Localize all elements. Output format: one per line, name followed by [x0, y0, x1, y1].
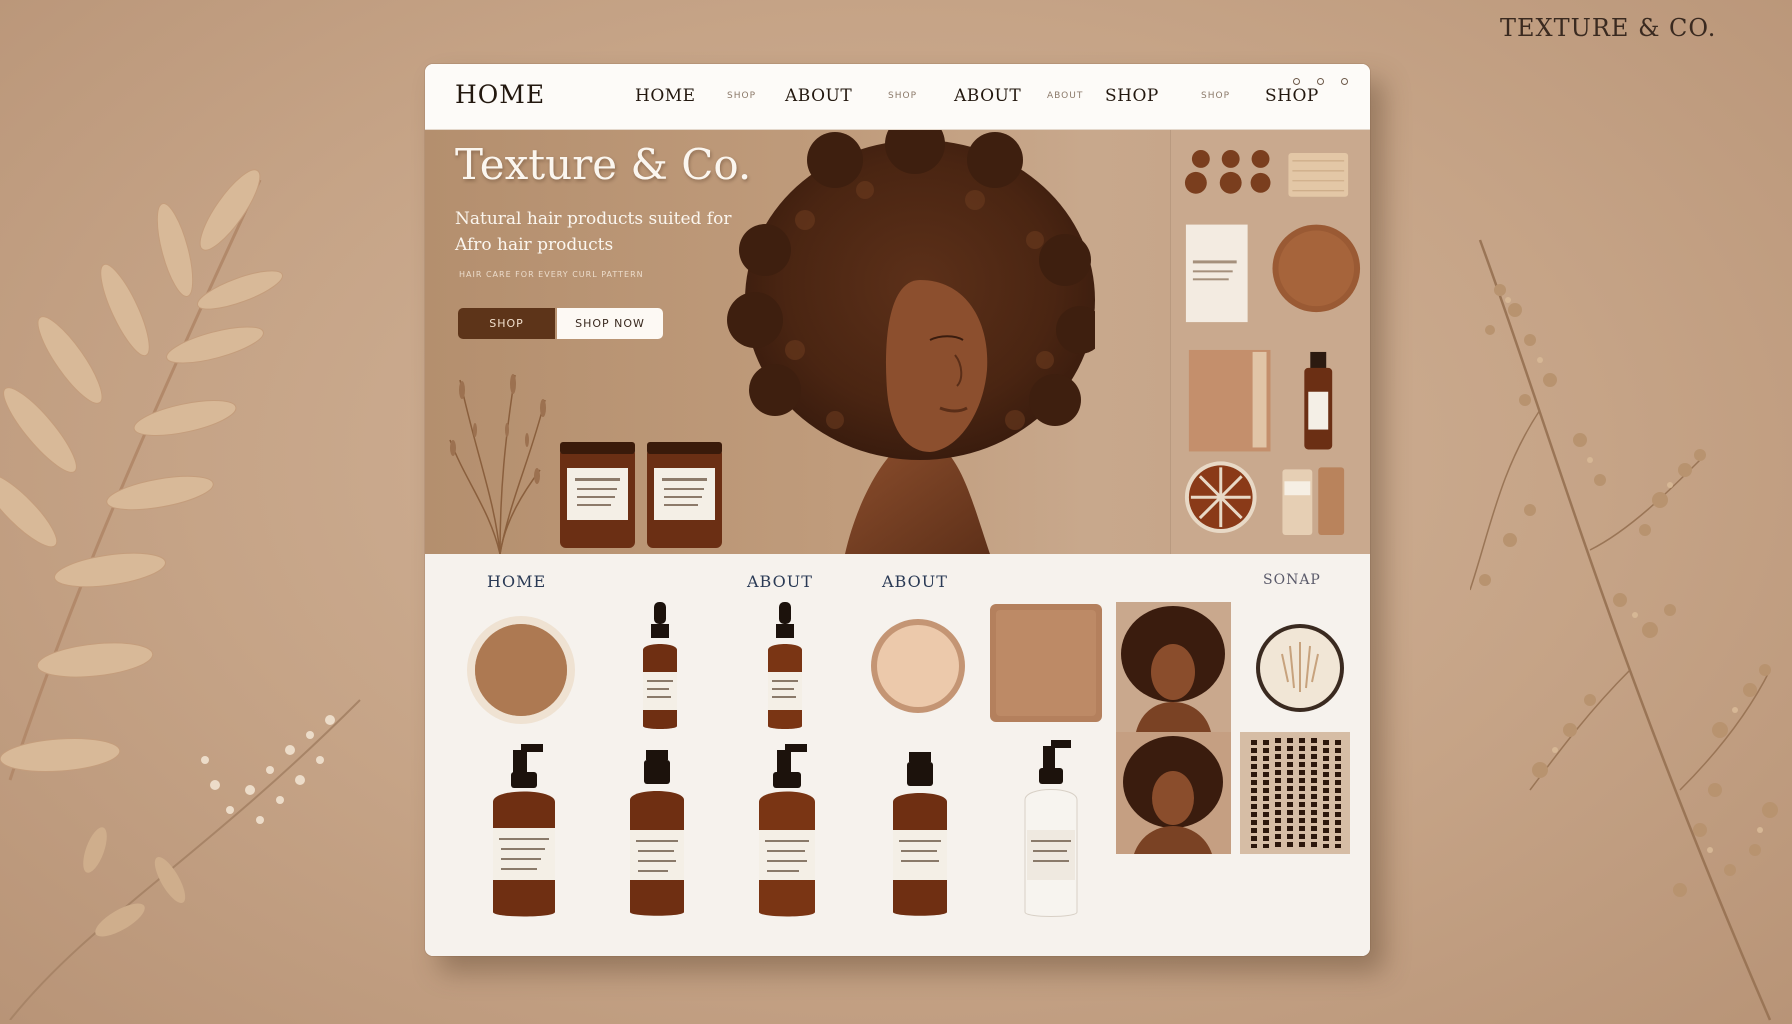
product-conditioner-bottle[interactable]: [889, 752, 951, 918]
model-portrait-photo[interactable]: [1116, 602, 1231, 732]
section-tab-soap[interactable]: SONAP: [1263, 572, 1321, 588]
decorative-leaf-branch-left: [0, 169, 361, 1020]
hero-title: Texture & Co.: [455, 140, 752, 189]
section-tab-about-2[interactable]: ABOUT: [882, 572, 948, 591]
nav-link-about[interactable]: ABOUT: [785, 86, 852, 106]
section-tab-about[interactable]: ABOUT: [747, 572, 813, 591]
product-pump-bottle[interactable]: [755, 744, 819, 919]
corner-brand-wordmark: TEXTURE & CO.: [1500, 14, 1717, 42]
shop-now-button[interactable]: SHOP NOW: [557, 308, 663, 339]
hero-fineprint: HAIR CARE FOR EVERY CURL PATTERN: [459, 270, 644, 279]
nav-link-about-2[interactable]: ABOUT: [954, 86, 1021, 106]
website-mockup-window: HOME HOME SHOP ABOUT SHOP ABOUT ABOUT SH…: [425, 64, 1370, 956]
nav-separator: SHOP: [1201, 91, 1230, 101]
product-serum-dropper-bottle[interactable]: [762, 602, 808, 732]
decorative-dried-flower-right: [1470, 239, 1778, 1021]
product-pump-bottle[interactable]: [489, 744, 559, 919]
product-clay-bar[interactable]: [988, 602, 1104, 724]
nav-separator: ABOUT: [1047, 91, 1084, 101]
product-grid-section: HOME ABOUT ABOUT SONAP: [425, 554, 1370, 956]
hero-subtitle: Natural hair products suited for Afro ha…: [455, 209, 732, 255]
site-logo[interactable]: HOME: [455, 80, 545, 109]
nav-link-shop[interactable]: SHOP: [1105, 86, 1159, 106]
section-tab-home[interactable]: HOME: [487, 572, 546, 591]
window-controls: [1281, 70, 1348, 89]
product-balm-tin[interactable]: [1254, 622, 1346, 714]
product-shampoo-bottle[interactable]: [626, 750, 688, 918]
dried-grass-decor-image: [449, 374, 546, 554]
braided-hair-extensions-photo[interactable]: [1240, 732, 1350, 854]
window-dot-icon[interactable]: [1341, 78, 1348, 85]
model-curls-photo[interactable]: [1116, 732, 1231, 854]
nav-separator: SHOP: [888, 91, 917, 101]
nav-link-home[interactable]: HOME: [635, 86, 696, 106]
hero-model-photo: [727, 130, 1095, 554]
shop-button[interactable]: SHOP: [458, 308, 555, 339]
product-serum-dropper-bottle[interactable]: [637, 602, 683, 732]
product-powder-jar[interactable]: [465, 614, 577, 726]
nav-separator: SHOP: [727, 91, 756, 101]
nav-link-shop-2[interactable]: SHOP: [1265, 86, 1319, 106]
top-navigation-bar: HOME HOME SHOP ABOUT SHOP ABOUT ABOUT SH…: [425, 64, 1370, 130]
product-jars-image: [560, 442, 722, 548]
product-lotion-pump-bottle[interactable]: [1019, 740, 1083, 920]
hero-banner: Texture & Co. Natural hair products suit…: [425, 130, 1370, 554]
ingredient-flatlay-panel: [1170, 130, 1370, 554]
nav-links: HOME SHOP ABOUT SHOP ABOUT ABOUT SHOP SH…: [635, 86, 1335, 110]
product-cream-jar[interactable]: [870, 618, 966, 714]
window-dot-icon[interactable]: [1292, 78, 1300, 85]
window-dot-icon[interactable]: [1316, 78, 1324, 85]
